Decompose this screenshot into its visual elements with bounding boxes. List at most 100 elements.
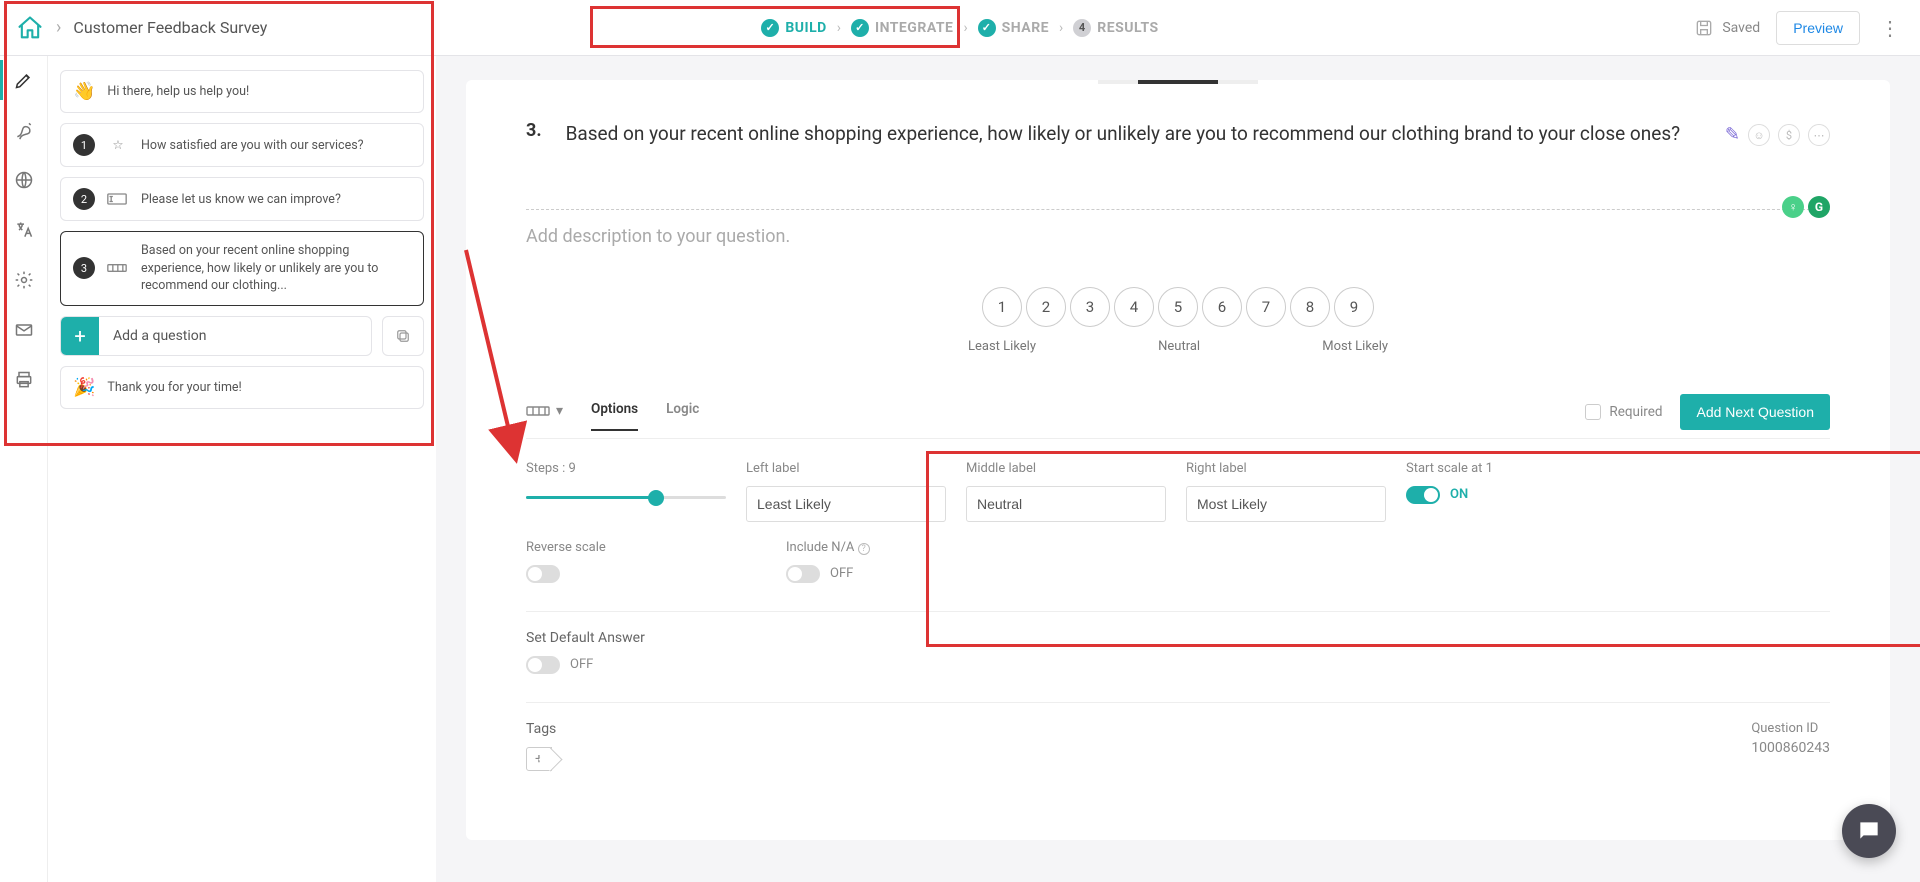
home-icon[interactable] bbox=[16, 14, 44, 42]
page-title: Customer Feedback Survey bbox=[73, 18, 267, 37]
builder-steps: ✓ BUILD › ✓ INTEGRATE › ✓ SHARE › 4 RESU… bbox=[761, 19, 1158, 37]
rail-settings-icon[interactable] bbox=[12, 268, 36, 292]
scale-option-8[interactable]: 8 bbox=[1290, 287, 1330, 327]
currency-tool-icon[interactable]: $ bbox=[1778, 124, 1800, 146]
scale-left-label: Least Likely bbox=[968, 339, 1036, 354]
steps-slider[interactable] bbox=[526, 486, 726, 510]
reverse-scale-caption: Reverse scale bbox=[526, 540, 726, 555]
chevron-right-icon: › bbox=[56, 17, 61, 38]
scale-option-7[interactable]: 7 bbox=[1246, 287, 1286, 327]
check-icon: ✓ bbox=[761, 19, 779, 37]
question-editor: 3. Based on your recent online shopping … bbox=[466, 80, 1890, 840]
scale-option-9[interactable]: 9 bbox=[1334, 287, 1374, 327]
saved-status: Saved bbox=[1694, 18, 1760, 38]
scale-option-6[interactable]: 6 bbox=[1202, 287, 1242, 327]
question-card-3[interactable]: 3 Based on your recent online shopping e… bbox=[60, 231, 424, 306]
intro-card[interactable]: 👋 Hi there, help us help you! bbox=[60, 70, 424, 113]
scale-right-label: Most Likely bbox=[1322, 339, 1388, 354]
edit-icon[interactable]: ✎ bbox=[1725, 124, 1740, 145]
default-answer-toggle[interactable]: OFF bbox=[526, 656, 1830, 674]
more-tool-icon[interactable]: ⋯ bbox=[1808, 124, 1830, 146]
rail-builder-icon[interactable] bbox=[12, 68, 36, 92]
rail-translate-icon[interactable] bbox=[12, 218, 36, 242]
rail-print-icon[interactable] bbox=[12, 368, 36, 392]
question-id-caption: Question ID bbox=[1751, 721, 1830, 736]
step-share[interactable]: ✓ SHARE bbox=[978, 19, 1049, 37]
scale-mid-label: Neutral bbox=[1158, 339, 1200, 354]
main-editor-area: 3. Based on your recent online shopping … bbox=[436, 56, 1920, 882]
add-question-button[interactable]: + Add a question bbox=[60, 316, 372, 356]
include-na-toggle[interactable]: OFF bbox=[786, 565, 1046, 583]
question-card-2[interactable]: 2 Please let us know we can improve? bbox=[60, 177, 424, 221]
tab-logic[interactable]: Logic bbox=[666, 401, 699, 431]
options-panel-body: Steps : 9 Left label Middle label Right … bbox=[526, 439, 1830, 532]
thankyou-label: Thank you for your time! bbox=[107, 380, 241, 395]
rail-globe-icon[interactable] bbox=[12, 168, 36, 192]
steps-label: Steps : 9 bbox=[526, 461, 726, 476]
suggestion-badge-icon[interactable]: ♀ bbox=[1782, 196, 1804, 218]
top-bar: › Customer Feedback Survey ✓ BUILD › ✓ I… bbox=[0, 0, 1920, 56]
tab-options[interactable]: Options bbox=[591, 401, 638, 431]
step-integrate[interactable]: ✓ INTEGRATE bbox=[851, 19, 953, 37]
info-icon: ? bbox=[858, 543, 870, 555]
scale-option-1[interactable]: 1 bbox=[982, 287, 1022, 327]
grammarly-icon[interactable]: G bbox=[1808, 196, 1830, 218]
checkbox-icon bbox=[1585, 404, 1601, 420]
chat-fab-button[interactable] bbox=[1842, 804, 1896, 858]
scale-option-4[interactable]: 4 bbox=[1114, 287, 1154, 327]
start-scale-caption: Start scale at 1 bbox=[1406, 461, 1606, 476]
add-tag-button[interactable]: + bbox=[526, 747, 552, 771]
party-icon: 🎉 bbox=[73, 377, 95, 398]
question-number-badge: 2 bbox=[73, 188, 95, 210]
scale-option-3[interactable]: 3 bbox=[1070, 287, 1110, 327]
scale-option-2[interactable]: 2 bbox=[1026, 287, 1066, 327]
question-id-value: 1000860243 bbox=[1751, 740, 1830, 756]
wave-icon: 👋 bbox=[73, 81, 95, 102]
plus-icon: + bbox=[61, 317, 99, 355]
start-scale-toggle[interactable]: ON bbox=[1406, 486, 1606, 504]
add-question-label: Add a question bbox=[99, 328, 221, 344]
progress-fill bbox=[1138, 80, 1218, 84]
duplicate-button[interactable] bbox=[382, 316, 424, 356]
question-number-badge: 1 bbox=[73, 134, 95, 156]
right-label-input[interactable] bbox=[1186, 486, 1386, 522]
intro-label: Hi there, help us help you! bbox=[107, 84, 249, 99]
preview-button[interactable]: Preview bbox=[1776, 11, 1860, 45]
textbox-icon bbox=[107, 193, 129, 205]
question-card-text: How satisfied are you with our services? bbox=[141, 138, 364, 153]
middle-label-input[interactable] bbox=[966, 486, 1166, 522]
slider-thumb-icon bbox=[648, 490, 664, 506]
question-number-badge: 3 bbox=[73, 257, 95, 279]
tags-caption: Tags bbox=[526, 721, 556, 737]
left-label-caption: Left label bbox=[746, 461, 946, 476]
description-input[interactable]: ♀ G Add description to your question. bbox=[526, 209, 1830, 247]
chevron-right-icon: › bbox=[963, 20, 967, 36]
description-placeholder: Add description to your question. bbox=[526, 226, 790, 247]
default-answer-caption: Set Default Answer bbox=[526, 630, 1830, 646]
left-label-input[interactable] bbox=[746, 486, 946, 522]
rating-scale-icon bbox=[107, 262, 129, 274]
step-results[interactable]: 4 RESULTS bbox=[1073, 19, 1158, 37]
question-card-1[interactable]: 1 ☆ How satisfied are you with our servi… bbox=[60, 123, 424, 167]
star-icon: ☆ bbox=[107, 137, 129, 153]
thankyou-card[interactable]: 🎉 Thank you for your time! bbox=[60, 366, 424, 409]
reverse-scale-toggle[interactable] bbox=[526, 565, 726, 583]
question-text[interactable]: Based on your recent online shopping exp… bbox=[566, 120, 1701, 149]
step-build[interactable]: ✓ BUILD bbox=[761, 19, 826, 37]
required-checkbox[interactable]: Required bbox=[1585, 404, 1662, 420]
include-na-caption: Include N/A ? bbox=[786, 540, 1046, 555]
rail-design-icon[interactable] bbox=[12, 118, 36, 142]
rail-mail-icon[interactable] bbox=[12, 318, 36, 342]
chevron-right-icon: › bbox=[837, 20, 841, 36]
question-type-chip[interactable]: ▾ bbox=[526, 403, 563, 429]
add-next-question-button[interactable]: Add Next Question bbox=[1680, 394, 1830, 430]
more-menu-icon[interactable]: ⋮ bbox=[1876, 12, 1904, 44]
left-rail bbox=[0, 56, 48, 882]
step-number-icon: 4 bbox=[1073, 19, 1091, 37]
chevron-down-icon: ▾ bbox=[556, 403, 563, 419]
emoji-tool-icon[interactable]: ☺ bbox=[1748, 124, 1770, 146]
question-number: 3. bbox=[526, 120, 542, 149]
right-label-caption: Right label bbox=[1186, 461, 1386, 476]
rating-scale: 1 2 3 4 5 6 7 8 9 bbox=[526, 287, 1830, 327]
scale-option-5[interactable]: 5 bbox=[1158, 287, 1198, 327]
